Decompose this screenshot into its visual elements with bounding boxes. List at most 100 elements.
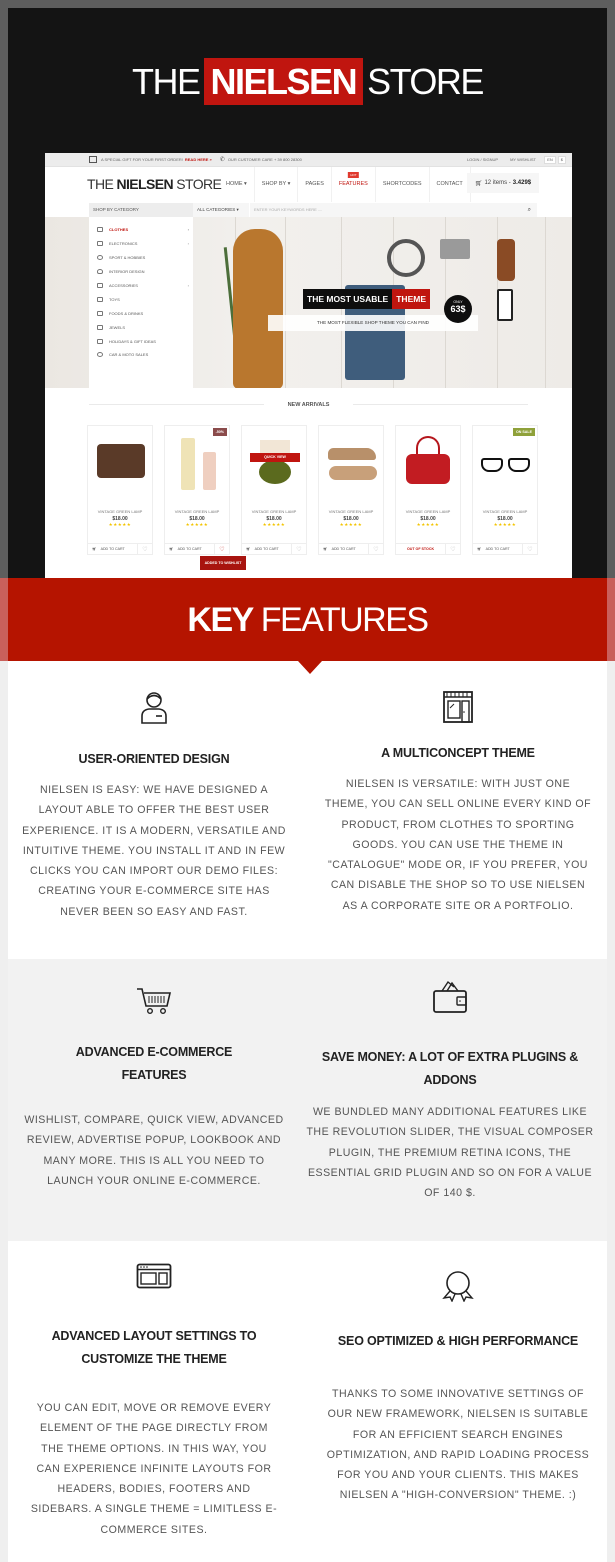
key-features-title: KEY FEATURES: [0, 598, 615, 642]
shopping-cart-icon: [137, 988, 172, 1015]
product-grid: VINTAGE GREEN LAMP $18.00 ★★★★★ 🛒︎ ADD TO…: [87, 425, 538, 555]
brand-title-pre: THE: [132, 61, 201, 102]
product-image-leather-bag[interactable]: [88, 426, 152, 500]
menu-item-contact[interactable]: CONTACT: [430, 167, 471, 202]
category-label: INTERIOR DESIGN: [109, 269, 145, 275]
cart-icon: 🛒︎: [169, 547, 174, 551]
price-badge-value: 63$: [450, 304, 466, 314]
page: THE NIELSEN STORE A SPECIAL GIFT FOR YOUR …: [0, 0, 615, 1562]
menu-item-home[interactable]: HOME ▾: [219, 167, 255, 202]
banner-headline-main: THE MOST USABLE: [303, 289, 393, 309]
add-to-cart-button[interactable]: 🛒︎ ADD TO CART: [88, 544, 138, 554]
category-item[interactable]: ELECTRONICS ›: [89, 237, 193, 251]
category-item[interactable]: ACCESSORIES ›: [89, 279, 193, 293]
menu-item-shortcodes[interactable]: SHORTCODES: [376, 167, 430, 202]
menu-item-pages[interactable]: PAGES: [298, 167, 332, 202]
category-item[interactable]: SPORT & HOBBIES: [89, 251, 193, 265]
wishlist-heart-icon[interactable]: ♡: [369, 544, 383, 554]
category-item[interactable]: JEWELS: [89, 320, 193, 334]
product-card[interactable]: ON SALE VINTAGE GREEN LAMP $18.00 ★★★★★ …: [472, 425, 538, 555]
product-rating: ★★★★★: [185, 522, 209, 527]
category-item[interactable]: TOYS: [89, 292, 193, 306]
product-card[interactable]: -50% VINTAGE GREEN LAMP $18.00 ★★★★★ 🛒︎ A…: [164, 425, 230, 555]
keyword-search-input[interactable]: ENTER YOUR KEYWORDS HERE .... ⌕: [249, 203, 537, 217]
chevron-right-icon: ›: [187, 227, 189, 233]
wishlist-heart-icon[interactable]: ♡: [523, 544, 537, 554]
product-image-red-handbag[interactable]: [396, 426, 460, 500]
search-placeholder: ENTER YOUR KEYWORDS HERE ....: [254, 207, 323, 212]
phone-decoration: [497, 289, 513, 321]
product-card[interactable]: QUICK VIEW VINTAGE GREEN LAMP $18.00 ★★★…: [241, 425, 307, 555]
feature-title: SAVE MONEY: A LOT OF EXTRA PLUGINS & ADD…: [321, 1050, 579, 1087]
belt-decoration: [387, 239, 425, 277]
product-rating: ★★★★★: [493, 522, 517, 527]
category-sidebar: CLOTHES › ELECTRONICS › SPORT & HOBBIES IN…: [89, 217, 193, 388]
product-image-glasses[interactable]: ON SALE: [473, 426, 537, 500]
wishlist-heart-icon[interactable]: ♡: [215, 544, 229, 554]
category-label: TOYS: [109, 296, 120, 302]
banner-headline: THE MOST USABLE THEME: [303, 289, 430, 309]
product-image-sneakers[interactable]: [319, 426, 383, 500]
store-navbar: THE NIELSEN STORE HOME ▾ SHOP BY ▾ PAGES…: [45, 167, 572, 202]
menu-item-shop-by[interactable]: SHOP BY ▾: [255, 167, 299, 202]
wishlist-heart-icon[interactable]: ♡: [138, 544, 152, 554]
shop-by-category-toggle[interactable]: SHOP BY CATEGORY: [89, 203, 193, 217]
brand-title-highlight: NIELSEN: [203, 58, 364, 105]
read-here-link[interactable]: READ HERE »: [185, 157, 212, 162]
add-to-cart-button[interactable]: 🛒︎ ADD TO CART: [473, 544, 523, 554]
add-to-cart-label: ADD TO CART: [485, 547, 510, 551]
cart-icon: 🛒︎: [323, 547, 328, 551]
gift-icon: [89, 156, 97, 163]
category-item[interactable]: FOODS & DRINKS: [89, 306, 193, 320]
menu-item-features[interactable]: HOT FEATURES: [332, 167, 376, 202]
feature-description: YOU CAN EDIT, MOVE OR REMOVE EVERY ELEME…: [30, 1402, 278, 1536]
price-badge: ONLY 63$: [444, 295, 472, 323]
currency-selector[interactable]: $: [557, 156, 566, 164]
search-icon[interactable]: ⌕: [528, 203, 531, 217]
brand-title-post: STORE: [367, 61, 484, 102]
product-image-perfume-bottles[interactable]: -50%: [165, 426, 229, 500]
feature-description: WISHLIST, COMPARE, QUICK VIEW, ADVANCED …: [24, 1114, 284, 1187]
product-card[interactable]: VINTAGE GREEN LAMP $18.00 ★★★★★ 🛒︎ ADD TO…: [87, 425, 153, 555]
add-to-cart-button[interactable]: 🛒︎ ADD TO CART: [242, 544, 292, 554]
new-arrivals-heading: NEW ARRIVALS: [45, 398, 572, 412]
product-name[interactable]: VINTAGE GREEN LAMP: [242, 509, 306, 514]
all-categories-select[interactable]: ALL CATEGORIES ▾: [193, 203, 249, 217]
product-rating: ★★★★★: [416, 522, 440, 527]
feature-save-money: SAVE MONEY: A LOT OF EXTRA PLUGINS & ADD…: [305, 980, 595, 1203]
language-selector[interactable]: EN: [544, 156, 556, 164]
product-name[interactable]: VINTAGE GREEN LAMP: [88, 509, 152, 514]
product-card[interactable]: VINTAGE GREEN LAMP $18.00 ★★★★★ OUT OF S…: [395, 425, 461, 555]
store-topbar: A SPECIAL GIFT FOR YOUR FIRST ORDER! REA…: [45, 153, 572, 167]
quick-view-button[interactable]: QUICK VIEW: [250, 453, 300, 462]
category-item[interactable]: HOLIDAYS & GIFT IDEAS: [89, 334, 193, 348]
product-name[interactable]: VINTAGE GREEN LAMP: [319, 509, 383, 514]
wishlist-heart-icon[interactable]: ♡: [446, 544, 460, 554]
add-to-cart-label: ADD TO CART: [100, 547, 125, 551]
category-item[interactable]: CAR & MOTO SALES: [89, 348, 193, 362]
product-card[interactable]: VINTAGE GREEN LAMP $18.00 ★★★★★ 🛒︎ ADD TO…: [318, 425, 384, 555]
add-to-cart-button[interactable]: 🛒︎ ADD TO CART: [319, 544, 369, 554]
category-label: CLOTHES: [109, 227, 129, 233]
product-name[interactable]: VINTAGE GREEN LAMP: [396, 509, 460, 514]
my-wishlist-link[interactable]: MY WISHLIST: [510, 157, 536, 162]
brand-title: THE NIELSEN STORE: [0, 58, 615, 106]
store-logo[interactable]: THE NIELSEN STORE: [87, 176, 222, 192]
bag-icon: [97, 283, 103, 288]
cart-icon: 🛒︎: [92, 547, 97, 551]
menu-item-features-label: FEATURES: [338, 181, 368, 187]
add-to-cart-button[interactable]: 🛒︎ ADD TO CART: [165, 544, 215, 554]
feature-ecommerce: ADVANCED E-COMMERCE FEATURES WISHLIST, C…: [20, 987, 288, 1191]
cart-icon: 🛒︎: [246, 547, 251, 551]
category-item[interactable]: INTERIOR DESIGN: [89, 265, 193, 279]
wishlist-heart-icon[interactable]: ♡: [292, 544, 306, 554]
product-image-green-lamp[interactable]: QUICK VIEW: [242, 426, 306, 500]
login-signup-link[interactable]: LOGIN / SIGNUP: [467, 157, 498, 162]
mini-cart[interactable]: 🛒︎ 12 items - 3.429$: [467, 173, 539, 193]
product-name[interactable]: VINTAGE GREEN LAMP: [165, 509, 229, 514]
add-to-cart-label: ADD TO CART: [177, 547, 202, 551]
bag-shape: [97, 444, 145, 478]
section-pointer-arrow: [298, 661, 322, 674]
category-item[interactable]: CLOTHES ›: [89, 223, 193, 237]
product-name[interactable]: VINTAGE GREEN LAMP: [473, 509, 537, 514]
